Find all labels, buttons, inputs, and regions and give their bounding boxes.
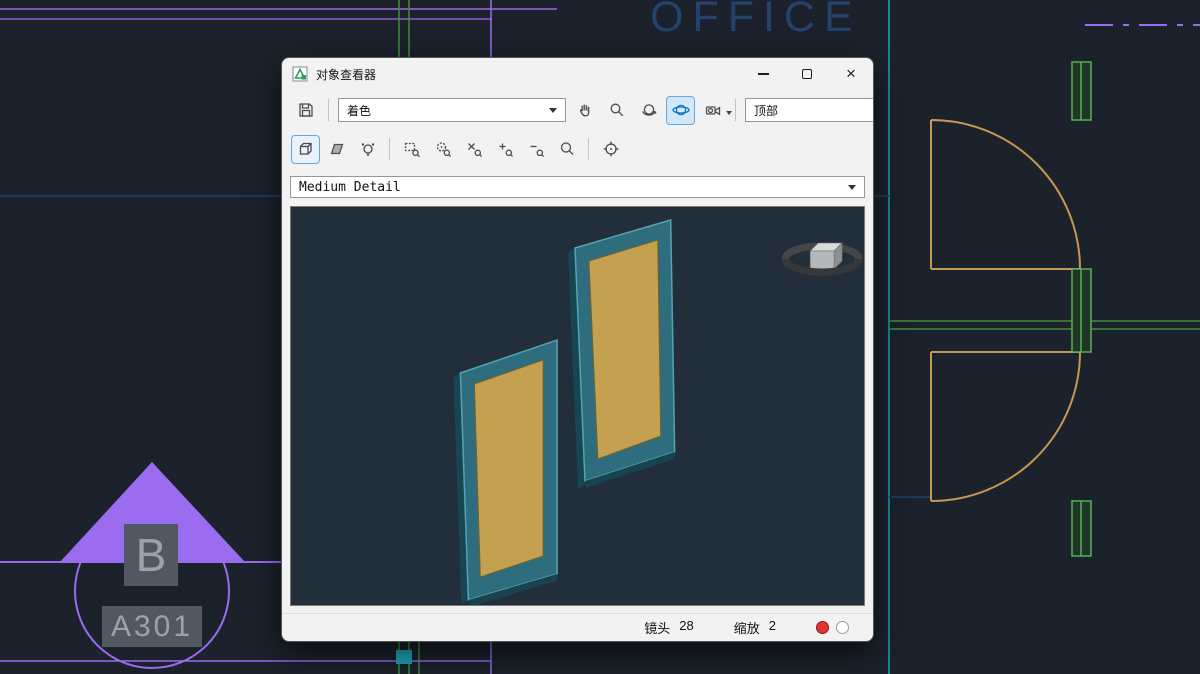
zoom-in-icon[interactable] (491, 136, 518, 163)
cad-application-canvas: OFFICE B A301 对象查看器 × 着色 顶部 Medium Detai… (0, 0, 1200, 674)
visual-style-icon[interactable] (354, 136, 381, 163)
door-panel-right (568, 219, 676, 489)
pan-icon[interactable] (571, 97, 598, 124)
view-direction-select[interactable]: 顶部 (745, 98, 873, 122)
zoom-all-icon[interactable] (553, 136, 580, 163)
close-button[interactable]: × (829, 58, 873, 90)
viewport-3d-content (453, 219, 863, 605)
view-direction-value: 顶部 (754, 103, 779, 118)
lens-label: 镜头 (644, 621, 671, 636)
viewer-viewport[interactable] (290, 206, 865, 606)
toolbar-separator (328, 99, 329, 121)
wireframe-box-icon[interactable] (291, 134, 320, 164)
detail-level-value: Medium Detail (299, 179, 401, 195)
chevron-down-icon (549, 107, 557, 113)
object-viewer-icon (292, 66, 308, 82)
lens-status: 镜头 28 (644, 618, 693, 637)
zoom-out-icon[interactable] (522, 136, 549, 163)
toolbar-separator (735, 99, 736, 121)
section-marker-code: A301 (102, 606, 202, 647)
red-indicator[interactable] (816, 621, 829, 634)
minimize-icon (757, 73, 769, 75)
chevron-down-icon (726, 110, 732, 115)
center-target-icon[interactable] (597, 136, 624, 163)
window-title: 对象查看器 (316, 67, 377, 82)
constrained-orbit-icon[interactable] (666, 95, 695, 125)
viewer-toolbar-view (282, 130, 873, 168)
toolbar-separator (389, 138, 390, 160)
door-symbols (930, 119, 1081, 502)
visual-style-select[interactable]: 着色 (338, 98, 566, 122)
zoom-center-icon[interactable] (429, 136, 456, 163)
viewer-toolbar-main: 着色 顶部 (282, 90, 873, 130)
maximize-button[interactable] (785, 58, 829, 90)
zoom-value: 2 (768, 618, 776, 633)
room-label: OFFICE (650, 0, 862, 41)
zoom-status: 缩放 2 (734, 618, 776, 637)
orbit-gizmo-icon[interactable] (781, 242, 863, 276)
zoom-object-icon[interactable] (460, 136, 487, 163)
shaded-face-icon[interactable] (323, 136, 350, 163)
door-jambs (1071, 61, 1092, 557)
zoom-window-icon[interactable] (398, 136, 425, 163)
save-icon[interactable] (292, 97, 319, 124)
chevron-down-icon (848, 184, 856, 190)
zoom-realtime-icon[interactable] (603, 97, 630, 124)
maximize-icon (802, 69, 812, 79)
orbit-icon[interactable] (635, 97, 662, 124)
viewer-statusbar: 镜头 28 缩放 2 (282, 613, 873, 641)
minimize-button[interactable] (741, 58, 785, 90)
white-indicator[interactable] (836, 621, 849, 634)
titlebar[interactable]: 对象查看器 × (282, 58, 873, 90)
detail-level-select[interactable]: Medium Detail (290, 176, 865, 198)
door-panel-left (453, 338, 558, 605)
toolbar-separator (588, 138, 589, 160)
visual-style-value: 着色 (347, 103, 372, 118)
lens-value: 28 (679, 618, 694, 633)
zoom-label: 缩放 (733, 621, 760, 636)
swivel-camera-icon[interactable] (699, 97, 732, 124)
section-marker-letter: B (124, 524, 178, 586)
status-indicators (816, 621, 849, 634)
object-viewer-window: 对象查看器 × 着色 顶部 Medium Detail 镜头 28 缩放 2 (281, 57, 874, 642)
